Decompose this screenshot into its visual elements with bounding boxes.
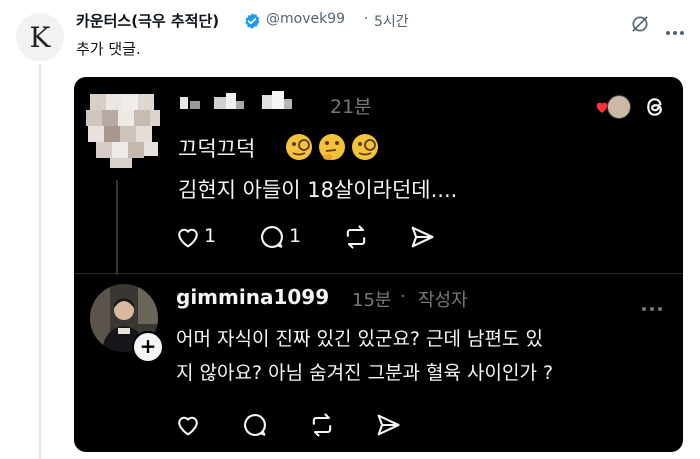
liker-avatar [607, 95, 631, 119]
pixelated-username-icon [180, 91, 292, 109]
like-icon[interactable] [174, 411, 202, 439]
author-avatar[interactable]: K [16, 13, 64, 61]
like-icon[interactable] [174, 223, 202, 251]
like-count: 1 [204, 225, 217, 247]
reply-thread-line [116, 180, 118, 275]
separator-dot: · [400, 286, 406, 307]
avatar-letter: K [29, 20, 51, 54]
follow-plus-button[interactable]: + [132, 331, 164, 363]
reply-more-icon[interactable] [642, 296, 666, 315]
pixelated-avatar-icon [82, 90, 162, 170]
reply-text-line2: 지 않아요? 아님 숨겨진 그분과 혈육 사이인가 ? [176, 362, 554, 384]
attached-screenshot[interactable]: 21분 끄덕끄덕 🧐🤔🧐 김현지 아들이 18살이라던데.... 1 [74, 77, 683, 452]
reply-text-line1: 끄덕끄덕 [178, 137, 256, 161]
reply-divider [74, 273, 683, 274]
tweet-timestamp[interactable]: 5시간 [374, 11, 409, 31]
author-badge: 작성자 [418, 290, 468, 311]
reply-timestamp: 21분 [330, 96, 372, 118]
monocle-thinking-emojis-icon [286, 134, 378, 160]
repost-icon[interactable] [308, 411, 336, 439]
reply-timestamp: 15분 [352, 290, 392, 311]
tweet-text: 추가 댓글. [76, 40, 141, 58]
verified-badge-icon [245, 13, 260, 29]
repost-icon[interactable] [342, 223, 370, 251]
author-handle[interactable]: @movek99 [266, 11, 345, 27]
reply-username[interactable]: gimmina1099 [176, 285, 329, 309]
comment-count: 1 [289, 225, 302, 247]
threads-logo-icon [647, 98, 662, 116]
share-send-icon[interactable] [408, 223, 436, 251]
comment-icon[interactable] [241, 411, 269, 439]
emoji-row: 🧐🤔🧐 [284, 131, 380, 167]
reply-text-line1: 어머 자식이 진짜 있긴 있군요? 근데 남편도 있 [176, 328, 544, 350]
author-display-name[interactable]: 카운터스(극우 추적단) [76, 10, 219, 31]
more-options-icon[interactable] [666, 20, 687, 39]
thread-line [39, 64, 41, 459]
comment-icon[interactable] [258, 223, 286, 251]
separator-dot: · [364, 11, 369, 27]
reply-text-line2: 김현지 아들이 18살이라던데.... [178, 178, 458, 202]
grok-icon[interactable] [630, 14, 650, 34]
share-send-icon[interactable] [374, 411, 402, 439]
